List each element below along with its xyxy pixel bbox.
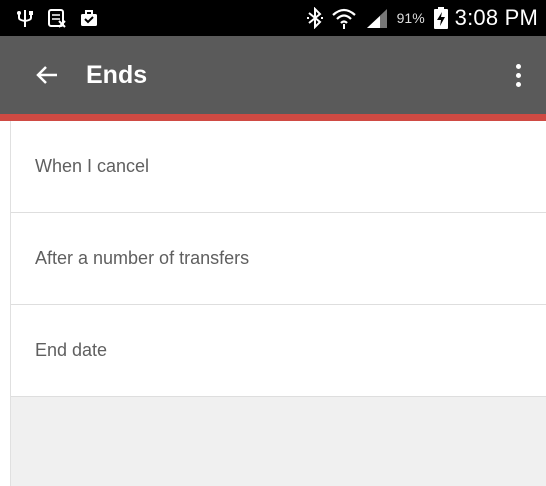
status-bar: 91% 3:08 PM <box>0 0 546 36</box>
status-time: 3:08 PM <box>454 5 538 30</box>
page-title: Ends <box>86 61 148 89</box>
option-label: End date <box>35 340 108 360</box>
battery-charging-icon <box>433 7 449 29</box>
briefcase-icon <box>78 7 100 29</box>
more-vert-icon <box>515 62 521 89</box>
back-button[interactable] <box>30 58 64 92</box>
battery-percent: 91% <box>396 10 425 26</box>
wifi-icon <box>331 7 357 29</box>
screen: 91% 3:08 PM Ends When I cancel After a n… <box>0 0 546 486</box>
bluetooth-icon <box>306 7 323 29</box>
status-left-icons <box>0 7 110 29</box>
option-after-number-of-transfers[interactable]: After a number of transfers <box>11 213 546 305</box>
status-right-icons: 91% 3:08 PM <box>299 0 538 36</box>
option-label: When I cancel <box>35 156 150 176</box>
option-end-date[interactable]: End date <box>11 305 546 397</box>
screenshot-icon <box>46 7 68 29</box>
option-label: After a number of transfers <box>35 248 250 268</box>
usb-icon <box>14 7 36 29</box>
app-bar: Ends <box>0 36 546 114</box>
ends-options-list: When I cancel After a number of transfer… <box>10 121 546 486</box>
overflow-menu-button[interactable] <box>506 57 530 93</box>
option-when-i-cancel[interactable]: When I cancel <box>11 121 546 213</box>
arrow-left-icon <box>35 64 59 86</box>
signal-icon <box>365 7 389 29</box>
app-bar-accent-line <box>0 114 546 121</box>
